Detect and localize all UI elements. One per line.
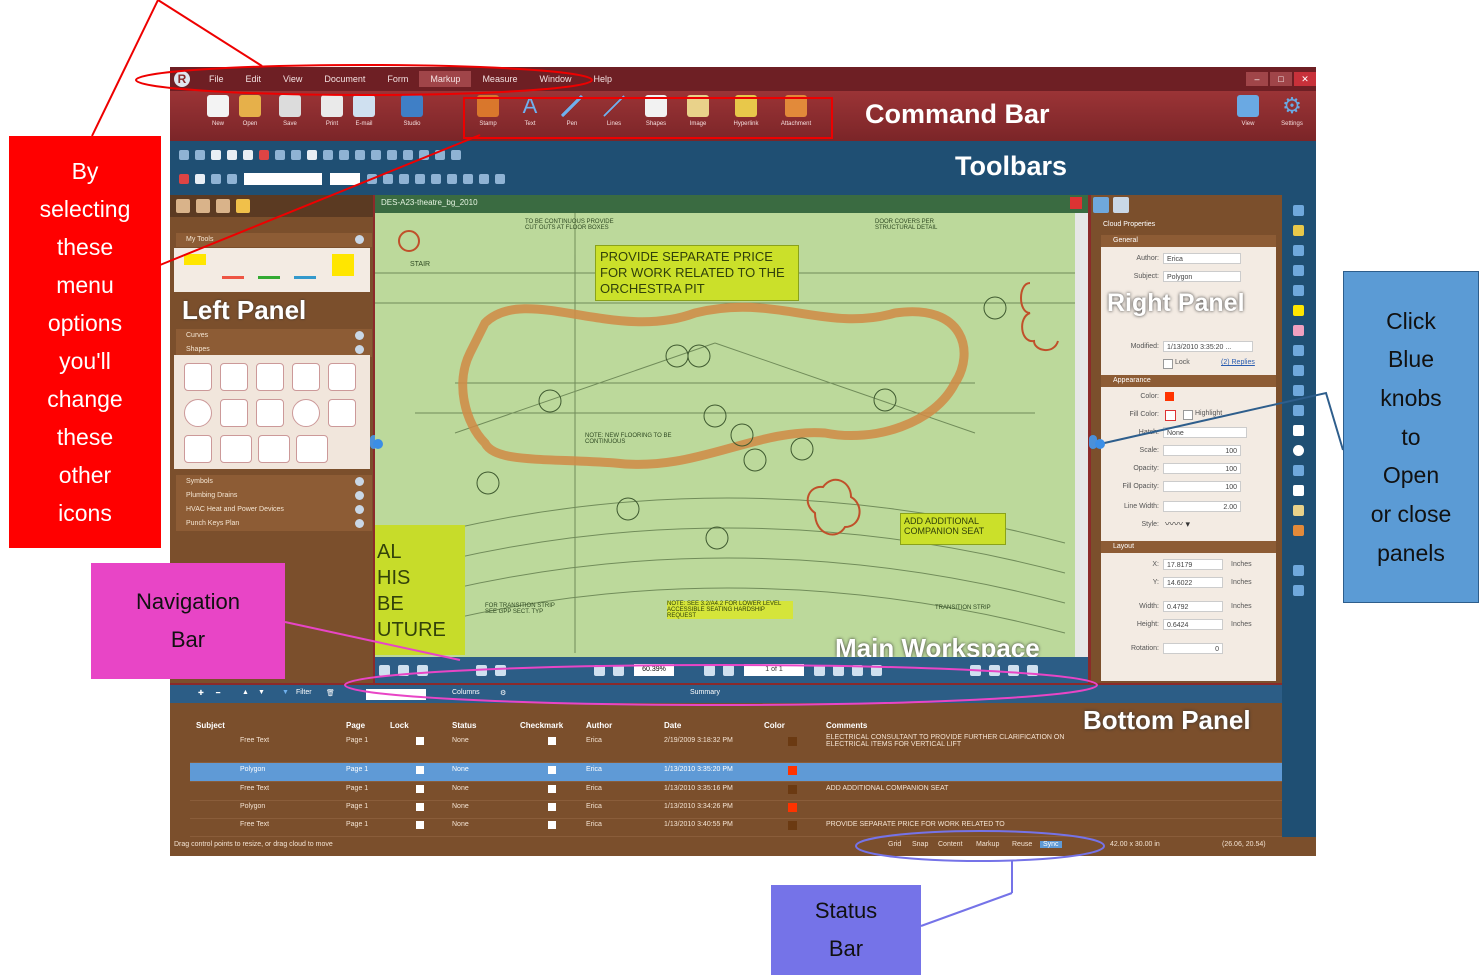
status-bar-callout: Status Bar <box>771 885 921 975</box>
menu-options-callout: By selecting these menu options you'll c… <box>9 136 161 548</box>
panel-knobs-callout: Click Blue knobs to Open or close panels <box>1343 271 1479 603</box>
annotation-lines <box>91 0 1344 927</box>
navigation-bar-callout: Navigation Bar <box>91 563 285 679</box>
